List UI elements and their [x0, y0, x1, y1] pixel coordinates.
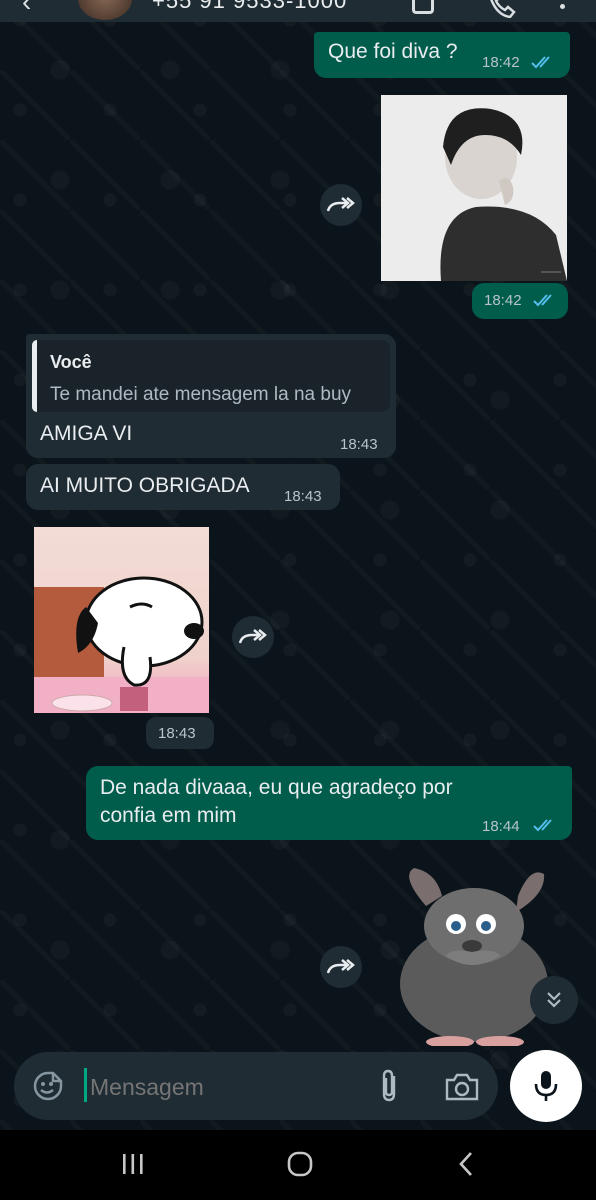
- double-chevron-down-icon: [547, 992, 561, 1008]
- read-ticks-icon: [533, 294, 552, 307]
- video-call-icon[interactable]: [412, 0, 434, 14]
- message-bubble-outgoing[interactable]: De nada divaaa, eu que agradeço por conf…: [86, 766, 572, 840]
- message-text: Que foi diva ?: [328, 40, 458, 63]
- more-vert-icon[interactable]: [560, 4, 565, 9]
- paperclip-icon[interactable]: [376, 1068, 404, 1104]
- quote-text: Te mandei ate mensagem la na buy: [50, 384, 352, 405]
- message-text-line2: confia em mim: [100, 804, 237, 827]
- chat-header: ‹ +55 91 9533-1000: [0, 0, 596, 22]
- sticker-timestamp: 18:43: [146, 717, 214, 749]
- forward-button[interactable]: [232, 616, 274, 658]
- forward-button[interactable]: [320, 184, 362, 226]
- text-cursor: [84, 1068, 87, 1102]
- photo-timestamp-bubble: 18:42: [472, 283, 568, 319]
- message-time: 18:43: [340, 436, 378, 453]
- quote-author: Você: [50, 352, 92, 372]
- forward-icon: [326, 959, 355, 974]
- contact-avatar[interactable]: [78, 0, 132, 20]
- forward-icon: [326, 197, 355, 212]
- recents-icon[interactable]: [120, 1152, 146, 1176]
- quote-bar: [32, 340, 37, 412]
- snoopy-sticker-drawing: [34, 576, 209, 713]
- forward-icon: [238, 629, 267, 644]
- message-bubble-incoming[interactable]: AI MUITO OBRIGADA 18:43: [26, 464, 340, 510]
- message-time: 18:43: [284, 488, 322, 505]
- quoted-message[interactable]: Você Te mandei ate mensagem la na buy: [32, 340, 390, 412]
- nav-back-icon[interactable]: [456, 1150, 476, 1178]
- message-text: AI MUITO OBRIGADA: [40, 474, 250, 497]
- camera-icon[interactable]: [444, 1072, 480, 1102]
- mic-icon: [534, 1071, 558, 1101]
- rat-sticker-image[interactable]: [396, 856, 556, 1046]
- back-arrow-icon[interactable]: ‹: [22, 0, 31, 18]
- message-text: AMIGA VI: [40, 422, 133, 445]
- message-time: 18:42: [484, 292, 522, 309]
- message-time: 18:44: [482, 818, 520, 835]
- message-time: 18:42: [482, 54, 520, 71]
- message-photo[interactable]: [381, 95, 567, 281]
- read-ticks-icon: [531, 56, 550, 69]
- message-text-line1: De nada divaaa, eu que agradeço por: [100, 776, 453, 799]
- sticker-image[interactable]: [34, 527, 209, 713]
- message-input[interactable]: [88, 1066, 362, 1108]
- message-bubble-incoming[interactable]: Você Te mandei ate mensagem la na buy AM…: [26, 334, 396, 458]
- message-bubble-outgoing[interactable]: Que foi diva ? 18:42: [314, 32, 570, 78]
- sticker-emoji-icon[interactable]: [32, 1070, 64, 1102]
- home-icon[interactable]: [286, 1150, 314, 1178]
- system-navigation-bar: [0, 1130, 596, 1200]
- read-ticks-icon: [533, 819, 552, 832]
- voice-message-button[interactable]: [510, 1050, 582, 1122]
- scroll-to-bottom-button[interactable]: [530, 976, 578, 1024]
- message-time: 18:43: [158, 725, 196, 742]
- photo-person-image: [381, 95, 567, 281]
- forward-button[interactable]: [320, 946, 362, 988]
- voice-call-icon[interactable]: [488, 0, 516, 18]
- contact-phone-number[interactable]: +55 91 9533-1000: [152, 0, 347, 14]
